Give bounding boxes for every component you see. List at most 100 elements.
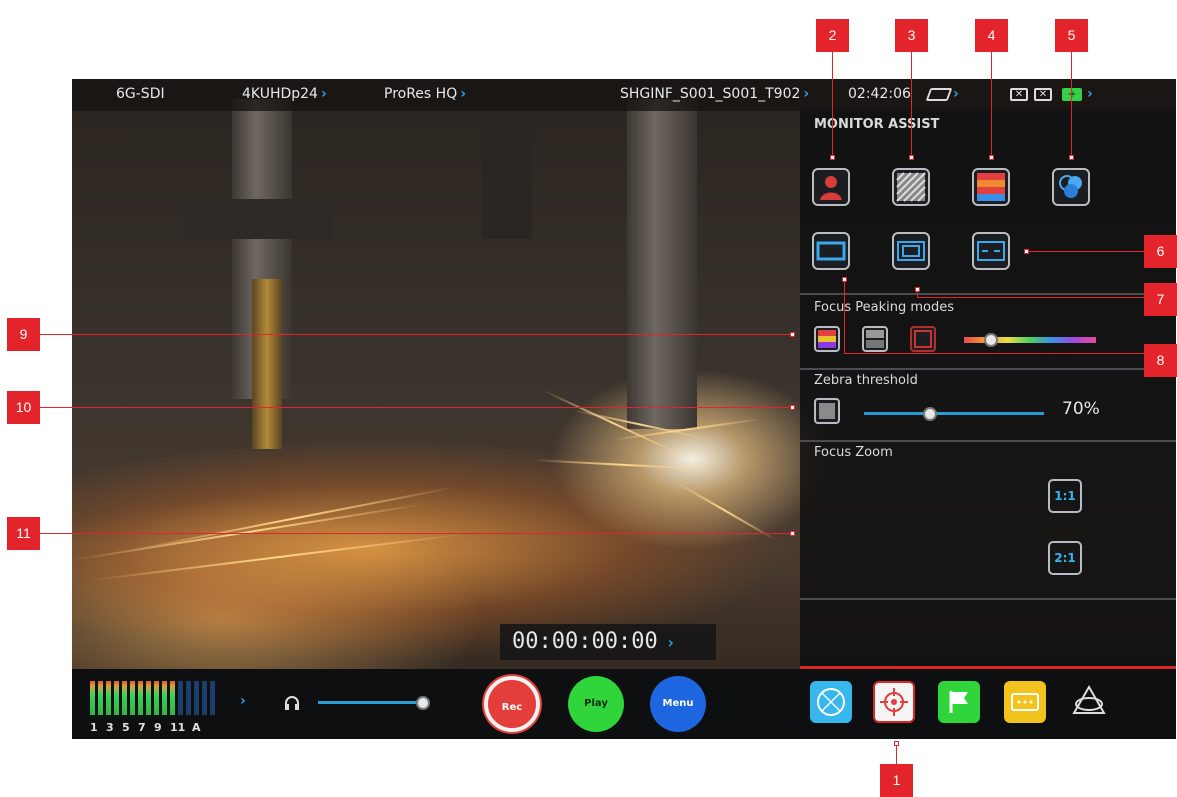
network-button[interactable] <box>810 681 852 723</box>
false-color-icon <box>820 176 842 200</box>
callout-line <box>40 533 792 534</box>
zoom-1-1-button[interactable]: 1:1 <box>1048 479 1082 513</box>
edge-peaking-button[interactable] <box>910 326 936 352</box>
slider-thumb[interactable] <box>416 696 430 710</box>
zoom-2-1-button[interactable]: 2:1 <box>1048 541 1082 575</box>
chevron-right-icon: › <box>953 86 959 102</box>
headphones-icon[interactable] <box>284 695 300 711</box>
callout-dot <box>790 405 795 410</box>
monitor-assist-button[interactable] <box>873 681 915 723</box>
zebra-toggle-button[interactable] <box>814 398 840 424</box>
input-source[interactable]: 6G-SDI <box>116 86 165 102</box>
no-media-icon: ✕ <box>1034 88 1052 101</box>
codec[interactable]: ProRes HQ › <box>384 86 466 102</box>
callout-dot <box>1069 155 1074 160</box>
frame-guides-button[interactable] <box>812 232 850 270</box>
video-format[interactable]: 4KUHDp24 › <box>242 86 327 102</box>
callout-badge-11: 11 <box>7 517 40 550</box>
focus-zoom-title: Focus Zoom <box>814 445 893 460</box>
callout-line <box>844 353 1144 354</box>
focus-peaking-title: Focus Peaking modes <box>814 300 955 315</box>
callout-dot <box>1024 249 1029 254</box>
mono-peaking-icon <box>866 330 884 348</box>
battery-chevron[interactable]: › <box>1084 86 1093 102</box>
callout-dot <box>830 155 835 160</box>
timecode-display[interactable]: 00:00:00:00 › <box>500 624 716 660</box>
audio-meter <box>122 681 127 715</box>
audio-meter <box>146 681 151 715</box>
callout-badge-4: 4 <box>975 19 1008 52</box>
callout-line <box>991 52 992 157</box>
disk-status[interactable]: › <box>925 86 959 102</box>
color-channels-button[interactable] <box>1052 168 1090 206</box>
status-bar: 6G-SDI 4KUHDp24 › ProRes HQ › SHGINF_S001_… <box>72 79 1176 111</box>
peaking-color-slider[interactable] <box>964 333 1096 347</box>
zebra-button[interactable] <box>892 168 930 206</box>
color-channels-icon <box>1059 175 1082 198</box>
audio-meter <box>186 681 191 715</box>
zebra-threshold-slider[interactable] <box>864 407 1044 421</box>
callout-line <box>911 52 912 157</box>
channel-label: 5 <box>122 721 130 734</box>
audio-meters[interactable]: 1 3 5 7 9 11 A <box>90 669 240 739</box>
callout-badge-7: 7 <box>1144 283 1177 316</box>
callout-line <box>844 279 845 354</box>
audio-meter <box>130 681 135 715</box>
audio-meter <box>194 681 199 715</box>
monitor-assist-icon <box>880 688 908 716</box>
monitor-assist-panel: MONITOR ASSIST Focus Peaking modes Zebra… <box>800 111 1176 666</box>
channel-label: 3 <box>106 721 114 734</box>
clip-name[interactable]: SHGINF_S001_S001_T902 › <box>620 86 809 102</box>
channel-label: 11 <box>170 721 186 734</box>
chevron-right-icon: › <box>1087 86 1093 102</box>
safe-area-icon <box>897 241 925 261</box>
battery-icon[interactable]: + <box>1062 88 1082 101</box>
channel-label: 9 <box>154 721 162 734</box>
callout-badge-10: 10 <box>7 391 40 424</box>
slider-thumb[interactable] <box>984 333 998 347</box>
audio-meter <box>98 681 103 715</box>
zebra-threshold-title: Zebra threshold <box>814 373 918 388</box>
false-color-button[interactable] <box>812 168 850 206</box>
record-time-remaining: 02:42:06 <box>848 86 911 102</box>
callout-line <box>40 334 792 335</box>
no-media-icon: ✕ <box>1010 88 1028 101</box>
edge-peaking-icon <box>914 330 932 348</box>
network-icon <box>817 688 845 716</box>
zebra-toggle-icon <box>819 403 835 419</box>
record-button[interactable]: Rec <box>484 676 540 732</box>
divider <box>800 440 1176 442</box>
audio-chevron[interactable]: › <box>240 693 246 709</box>
zebra-icon <box>896 172 926 202</box>
slider-thumb[interactable] <box>923 407 937 421</box>
callout-dot <box>989 155 994 160</box>
callout-line <box>917 297 1144 298</box>
callout-dot <box>909 155 914 160</box>
anamorphic-button[interactable] <box>972 232 1010 270</box>
mono-peaking-button[interactable] <box>862 326 888 352</box>
timecode-app-button[interactable] <box>1004 681 1046 723</box>
atomos-logo-icon[interactable] <box>1068 681 1110 723</box>
menu-button[interactable]: Menu <box>650 676 706 732</box>
color-peaking-icon <box>818 330 836 348</box>
anamorphic-icon <box>977 241 1005 261</box>
divider <box>800 293 1176 295</box>
chevron-right-icon: › <box>320 86 327 102</box>
callout-dot <box>790 332 795 337</box>
callout-line <box>1071 52 1072 157</box>
color-peaking-button[interactable] <box>814 326 840 352</box>
callout-dot <box>915 287 920 292</box>
play-button[interactable]: Play <box>568 676 624 732</box>
headphone-volume-slider[interactable] <box>318 696 438 710</box>
safe-area-button[interactable] <box>892 232 930 270</box>
callout-badge-5: 5 <box>1055 19 1088 52</box>
zebra-threshold-value: 70% <box>1062 399 1100 419</box>
playback-flag-button[interactable] <box>938 681 980 723</box>
callout-badge-8: 8 <box>1144 344 1177 377</box>
audio-meter <box>202 681 207 715</box>
waveform-button[interactable] <box>972 168 1010 206</box>
callout-line <box>832 52 833 157</box>
device-screen: 6G-SDI 4KUHDp24 › ProRes HQ › SHGINF_S001_… <box>72 79 1176 739</box>
chevron-right-icon: › <box>665 633 676 652</box>
waveform-icon <box>977 173 1005 201</box>
